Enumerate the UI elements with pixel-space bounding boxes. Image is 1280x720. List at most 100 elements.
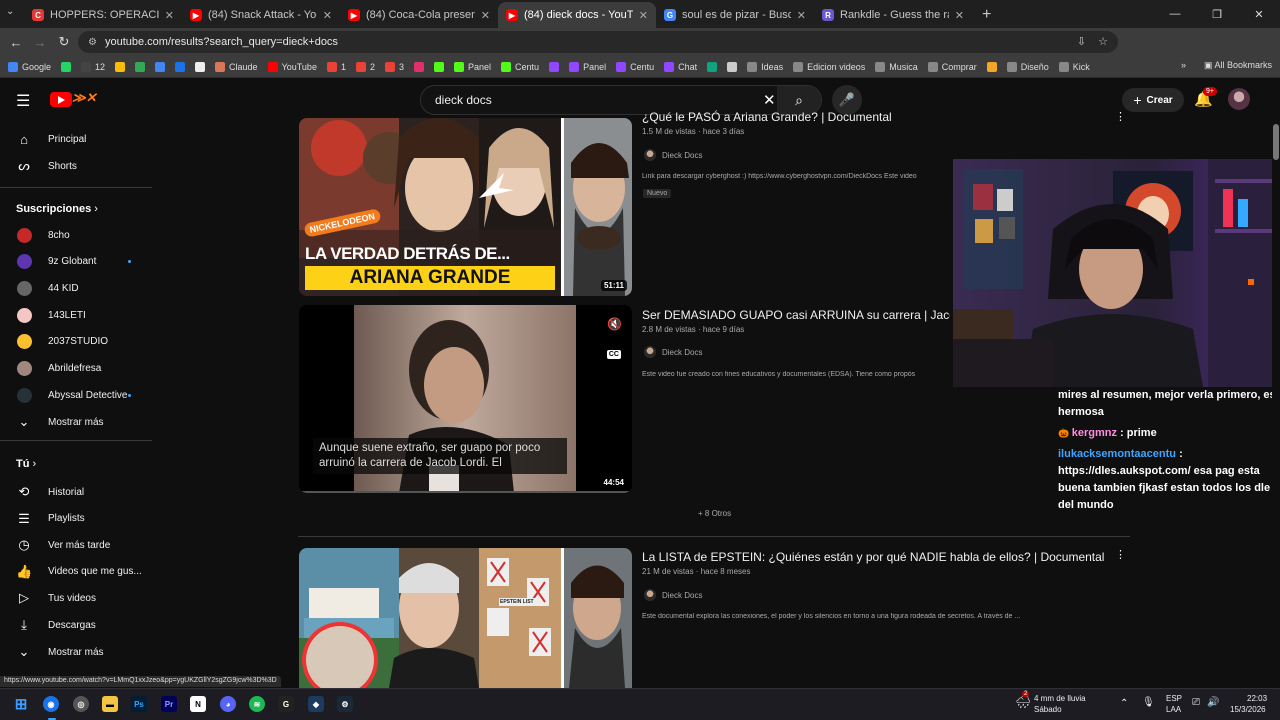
windows-start-icon[interactable]: ⊞ (13, 696, 29, 713)
bookmark-item[interactable]: Centu (616, 61, 654, 72)
more-actions-icon[interactable]: ⋮ (1115, 110, 1126, 123)
tab-close-icon[interactable]: ✕ (639, 9, 648, 22)
steam-icon[interactable]: ⚙ (337, 696, 353, 712)
chrome-icon[interactable]: ◉ (43, 696, 59, 712)
bookmark-item[interactable]: Claude (215, 61, 258, 72)
result-thumbnail[interactable]: EPSTEIN LIST (299, 548, 632, 688)
clock-time[interactable]: 22:03 (1247, 694, 1267, 703)
hamburger-menu-icon[interactable]: ☰ (16, 91, 30, 111)
sidebar-item-principal[interactable]: ⌂ Principal (0, 126, 156, 152)
browser-tab[interactable]: ▶ (84) Coca-Cola presenta su can ✕ (340, 2, 498, 28)
bookmark-item[interactable]: Musica (875, 61, 918, 72)
star-icon[interactable]: ☆ (1098, 35, 1108, 48)
bookmark-item[interactable] (61, 61, 72, 72)
file-explorer-icon[interactable]: ▬ (102, 696, 118, 712)
forward-icon[interactable]: → (28, 35, 52, 50)
sidebar-item[interactable]: ◷ Ver más tarde (0, 532, 156, 558)
bookmark-item[interactable]: Comprar (927, 61, 977, 72)
sidebar-subscription[interactable]: 9z Globant (0, 249, 156, 275)
channel-avatar[interactable] (644, 149, 656, 161)
bookmark-item[interactable]: Panel (569, 61, 606, 72)
notion-icon[interactable]: N (190, 696, 206, 712)
app-icon[interactable]: ◆ (308, 696, 324, 712)
bookmark-item[interactable] (434, 61, 444, 72)
bookmark-item[interactable] (195, 61, 206, 72)
sidebar-subscription[interactable]: 143LETI (0, 302, 156, 328)
spotify-icon[interactable]: ≋ (249, 696, 265, 712)
photoshop-icon[interactable]: Ps (131, 696, 147, 712)
bookmark-item[interactable] (135, 61, 146, 72)
address-bar[interactable]: ⚙ youtube.com/results?search_query=dieck… (78, 31, 1118, 53)
tab-search-icon[interactable]: ⌄ (6, 6, 14, 17)
bookmark-item[interactable]: Edicion videos (793, 61, 865, 72)
site-info-icon[interactable]: ⚙ (88, 37, 97, 48)
tab-close-icon[interactable]: ✕ (955, 9, 964, 22)
restore-icon[interactable]: ❐ (1196, 0, 1238, 28)
volume-icon[interactable]: 🔊 (1207, 697, 1219, 708)
minimize-icon[interactable]: — (1154, 0, 1196, 28)
sidebar-subscription[interactable]: 2037STUDIO (0, 329, 156, 355)
sidebar-subscription[interactable]: Abyssal Detective (0, 382, 156, 408)
subscriptions-heading[interactable]: Suscripciones › (16, 203, 98, 215)
bookmarks-more-icon[interactable]: » (1181, 60, 1186, 71)
bookmark-item[interactable] (986, 61, 997, 72)
lang-code[interactable]: ESP (1166, 694, 1182, 703)
bookmark-item[interactable]: 3 (384, 61, 404, 72)
result-thumbnail[interactable]: NICKELODEON LA VERDAD DETRÁS DE... ARIAN… (299, 118, 632, 296)
back-icon[interactable]: ← (4, 35, 28, 50)
clock-date[interactable]: 15/3/2026 (1230, 705, 1266, 714)
browser-tab[interactable]: Gsoul es de pizar - Buscar con G ✕ (656, 2, 814, 28)
mic-tray-icon[interactable]: 🎙 (1142, 697, 1155, 708)
sidebar-item[interactable]: ⟲ Historial (0, 479, 156, 505)
premiere-icon[interactable]: Pr (161, 696, 177, 712)
app-icon[interactable]: ◎ (73, 696, 89, 712)
bookmark-item[interactable] (155, 61, 166, 72)
bookmark-item[interactable]: Chat (664, 61, 697, 72)
mute-icon[interactable]: 🔇 (607, 317, 622, 331)
bookmark-item[interactable] (727, 61, 738, 72)
browser-tab[interactable]: ▶ (84) Snack Attack - YouTube ✕ (182, 2, 340, 28)
create-button[interactable]: + Crear (1122, 88, 1184, 112)
video-title[interactable]: La LISTA de EPSTEIN: ¿Quiénes están y po… (642, 550, 1112, 564)
page-scrollbar[interactable] (1272, 120, 1280, 676)
channel-name[interactable]: Dieck Docs (662, 151, 702, 160)
sidebar-item[interactable]: ⤓ Descargas (0, 612, 156, 638)
browser-tab[interactable]: C HOPPERS: OPERACIÓN CASTOR ✕ (24, 2, 182, 28)
sidebar-show-more[interactable]: ⌄ Mostrar más (0, 409, 156, 435)
bookmark-item[interactable]: Panel (454, 61, 491, 72)
sidebar-show-more[interactable]: ⌄ Mostrar más (0, 639, 156, 665)
bookmark-item[interactable]: Diseño (1006, 61, 1049, 72)
video-title[interactable]: ¿Qué le PASÓ a Ariana Grande? | Document… (642, 110, 942, 124)
discord-icon[interactable]: ◕ (220, 696, 236, 712)
new-tab-button[interactable]: + (972, 2, 1001, 28)
sidebar-subscription[interactable]: 44 KID (0, 275, 156, 301)
bookmark-item[interactable]: Google (8, 61, 51, 72)
tab-close-icon[interactable]: ✕ (481, 9, 490, 22)
channel-avatar[interactable] (644, 589, 656, 601)
bookmark-item[interactable] (175, 61, 186, 72)
browser-tab[interactable]: R Rankdle - Guess the rank or gue ✕ (814, 2, 972, 28)
youtube-logo[interactable] (50, 92, 72, 107)
lang-layout[interactable]: LAA (1166, 705, 1181, 714)
video-title[interactable]: Ser DEMASIADO GUAPO casi ARRUINA su carr… (642, 308, 950, 322)
tab-close-icon[interactable]: ✕ (797, 9, 806, 22)
sidebar-subscription[interactable]: Abrildefresa (0, 356, 156, 382)
bookmark-item[interactable]: YouTube (267, 61, 317, 72)
more-results-link[interactable]: + 8 Otros (698, 509, 731, 518)
bookmark-item[interactable]: Centu (501, 61, 539, 72)
reload-icon[interactable]: ↻ (52, 34, 76, 50)
captions-icon[interactable]: CC (606, 350, 621, 359)
tray-chevron-icon[interactable]: ⌃ (1120, 698, 1128, 709)
sidebar-item-shorts[interactable]: ᔕ Shorts (0, 153, 156, 179)
sidebar-item[interactable]: ☰ Playlists (0, 506, 156, 532)
install-icon[interactable]: ⇩ (1077, 35, 1086, 48)
bookmark-item[interactable] (707, 61, 718, 72)
sidebar-subscription[interactable]: 8cho (0, 222, 156, 248)
browser-tab[interactable]: ▶ (84) dieck docs - YouTube ✕ (498, 2, 656, 28)
channel-link[interactable]: Dieck Docs (644, 589, 702, 601)
channel-name[interactable]: Dieck Docs (662, 591, 702, 600)
bookmark-item[interactable]: Kick (1058, 61, 1090, 72)
bookmark-item[interactable]: Ideas (747, 61, 783, 72)
more-actions-icon[interactable]: ⋮ (1115, 548, 1126, 561)
you-heading[interactable]: Tú › (16, 458, 36, 470)
